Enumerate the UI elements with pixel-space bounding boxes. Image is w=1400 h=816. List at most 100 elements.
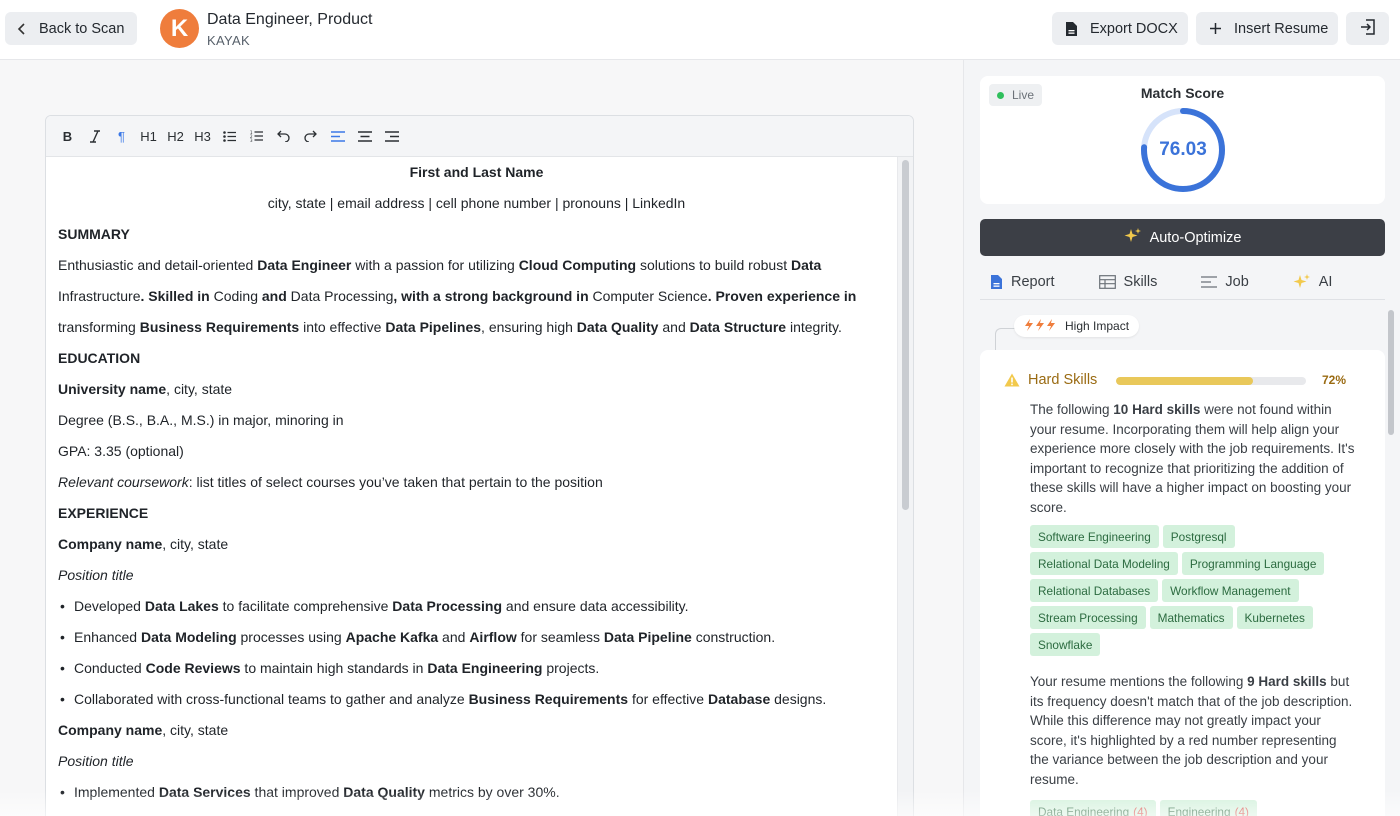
align-center-button[interactable] bbox=[351, 122, 378, 150]
experience-bullet: Collaborated with cross-functional teams… bbox=[58, 684, 895, 715]
text-segment: Collaborated with cross-functional teams… bbox=[74, 691, 469, 707]
keyword-highlight: Data Structure bbox=[689, 319, 787, 335]
missing-skill-chip[interactable]: Relational Databases bbox=[1030, 579, 1159, 602]
resume-name: First and Last Name bbox=[409, 164, 544, 180]
text-segment: projects. bbox=[542, 660, 600, 676]
text-segment: solutions to build robust bbox=[636, 257, 791, 273]
warning-icon bbox=[1004, 373, 1020, 387]
tab-report-label: Report bbox=[1011, 273, 1055, 290]
h1-label: H1 bbox=[140, 128, 157, 144]
h2-button[interactable]: H2 bbox=[162, 122, 189, 150]
bullet-list-button[interactable] bbox=[216, 122, 243, 150]
high-impact-label: High Impact bbox=[1065, 319, 1130, 333]
italic-icon bbox=[89, 129, 100, 143]
summary-line: transforming Business Requirements into … bbox=[58, 312, 895, 343]
text-segment: into effective bbox=[299, 319, 386, 335]
company-logo: K bbox=[160, 9, 199, 48]
company-location: , city, state bbox=[162, 536, 229, 552]
gpa-line: GPA: 3.35 (optional) bbox=[58, 443, 184, 459]
resume-editor: B ¶ H1 H2 H3 123 First and Last Name cit… bbox=[45, 115, 914, 816]
keyword-highlight: Data Engineering bbox=[427, 660, 543, 676]
company-location: , city, state bbox=[162, 722, 229, 738]
text-segment: Your resume mentions the following bbox=[1030, 674, 1248, 689]
tab-ai[interactable]: AI bbox=[1283, 264, 1332, 299]
missing-skill-chip[interactable]: Mathematics bbox=[1149, 606, 1233, 629]
resume-contact: city, state | email address | cell phone… bbox=[267, 195, 686, 211]
tab-job[interactable]: Job bbox=[1191, 264, 1249, 299]
tab-report[interactable]: Report bbox=[980, 264, 1055, 299]
hard-skills-progress-fill bbox=[1116, 377, 1253, 385]
undo-button[interactable] bbox=[270, 122, 297, 150]
missing-skill-chip[interactable]: Postgresql bbox=[1162, 525, 1235, 548]
h2-label: H2 bbox=[167, 128, 184, 144]
text-segment: for seamless bbox=[516, 629, 604, 645]
hard-skills-percent: 72% bbox=[1322, 373, 1347, 387]
text-segment: Enhanced bbox=[74, 629, 141, 645]
h1-button[interactable]: H1 bbox=[135, 122, 162, 150]
mismatch-skills-list: Data Engineering (4) Engineering (4) bbox=[1030, 800, 1350, 816]
university-location: , city, state bbox=[166, 381, 233, 397]
bold-label: B bbox=[62, 128, 73, 144]
svg-text:3: 3 bbox=[250, 138, 253, 142]
resume-document[interactable]: First and Last Name city, state | email … bbox=[58, 157, 895, 808]
keyword-highlight: Business Requirements bbox=[468, 691, 629, 707]
keyword-highlight: , with a strong background in bbox=[393, 288, 593, 304]
document-icon bbox=[990, 274, 1003, 290]
keyword-highlight: . Skilled in bbox=[140, 288, 214, 304]
keyword-highlight: Database bbox=[707, 691, 771, 707]
lines-icon bbox=[1201, 275, 1218, 288]
auto-optimize-label: Auto-Optimize bbox=[1149, 229, 1242, 246]
align-right-button[interactable] bbox=[378, 122, 405, 150]
tab-skills[interactable]: Skills bbox=[1089, 264, 1158, 299]
text-segment: The following bbox=[1030, 402, 1114, 417]
university-line: University name, city, state bbox=[58, 374, 895, 405]
keyword-highlight: Code Reviews bbox=[145, 660, 241, 676]
keyword-highlight: Data Engineer bbox=[257, 257, 352, 273]
redo-button[interactable] bbox=[297, 122, 324, 150]
align-left-button[interactable] bbox=[324, 122, 351, 150]
company-line: Company name, city, state bbox=[58, 529, 895, 560]
education-heading: EDUCATION bbox=[58, 350, 141, 366]
paragraph-button[interactable]: ¶ bbox=[108, 122, 135, 150]
bold-button[interactable]: B bbox=[54, 122, 81, 150]
text-segment: integrity. bbox=[786, 319, 842, 335]
missing-skill-chip[interactable]: Workflow Management bbox=[1162, 579, 1299, 602]
numbered-list-button[interactable]: 123 bbox=[243, 122, 270, 150]
mismatch-skills-text: Your resume mentions the following 9 Har… bbox=[1030, 672, 1355, 789]
text-segment: Conducted bbox=[74, 660, 146, 676]
mismatch-skill-chip[interactable]: Engineering (4) bbox=[1159, 800, 1257, 816]
sparkle-icon bbox=[1124, 227, 1142, 249]
missing-skill-chip[interactable]: Relational Data Modeling bbox=[1030, 552, 1178, 575]
mismatch-skill-chip[interactable]: Data Engineering (4) bbox=[1030, 800, 1156, 816]
missing-skill-chip[interactable]: Programming Language bbox=[1181, 552, 1325, 575]
match-score-card: Live Match Score 76.03 bbox=[980, 76, 1385, 204]
skill-count: (4) bbox=[1133, 804, 1148, 816]
keyword-highlight: Cloud Computing bbox=[518, 257, 637, 273]
position-title: Position title bbox=[58, 753, 134, 769]
keyword-highlight: Data Quality bbox=[343, 784, 425, 800]
editor-scrollbar[interactable] bbox=[902, 160, 909, 510]
missing-skill-chip[interactable]: Kubernetes bbox=[1236, 606, 1313, 629]
export-docx-button[interactable]: Export DOCX bbox=[1052, 12, 1188, 45]
missing-skill-chip[interactable]: Stream Processing bbox=[1030, 606, 1146, 629]
keyword-highlight: Data Quality bbox=[576, 319, 659, 335]
company-name: KAYAK bbox=[207, 33, 250, 48]
text-segment: and ensure data accessibility. bbox=[502, 598, 689, 614]
h3-button[interactable]: H3 bbox=[189, 122, 216, 150]
coursework-text: : list titles of select courses you’ve t… bbox=[188, 474, 603, 490]
missing-skills-count: 10 Hard skills bbox=[1113, 402, 1201, 417]
auto-optimize-button[interactable]: Auto-Optimize bbox=[980, 219, 1385, 256]
text-segment: Enthusiastic and detail-oriented bbox=[58, 257, 258, 273]
text-segment: Developed bbox=[74, 598, 145, 614]
hard-skills-card: Hard Skills 72% The following 10 Hard sk… bbox=[980, 350, 1385, 816]
missing-skill-chip[interactable]: Snowflake bbox=[1030, 633, 1101, 656]
back-to-scan-button[interactable]: Back to Scan bbox=[5, 12, 137, 45]
hard-skills-header[interactable]: Hard Skills bbox=[1004, 372, 1097, 388]
sign-out-button[interactable] bbox=[1346, 12, 1389, 45]
missing-skill-chip[interactable]: Software Engineering bbox=[1030, 525, 1159, 548]
insert-resume-button[interactable]: Insert Resume bbox=[1196, 12, 1338, 45]
tab-skills-label: Skills bbox=[1123, 273, 1158, 290]
text-segment: designs. bbox=[770, 691, 827, 707]
italic-button[interactable] bbox=[81, 122, 108, 150]
panel-scrollbar[interactable] bbox=[1388, 310, 1394, 435]
